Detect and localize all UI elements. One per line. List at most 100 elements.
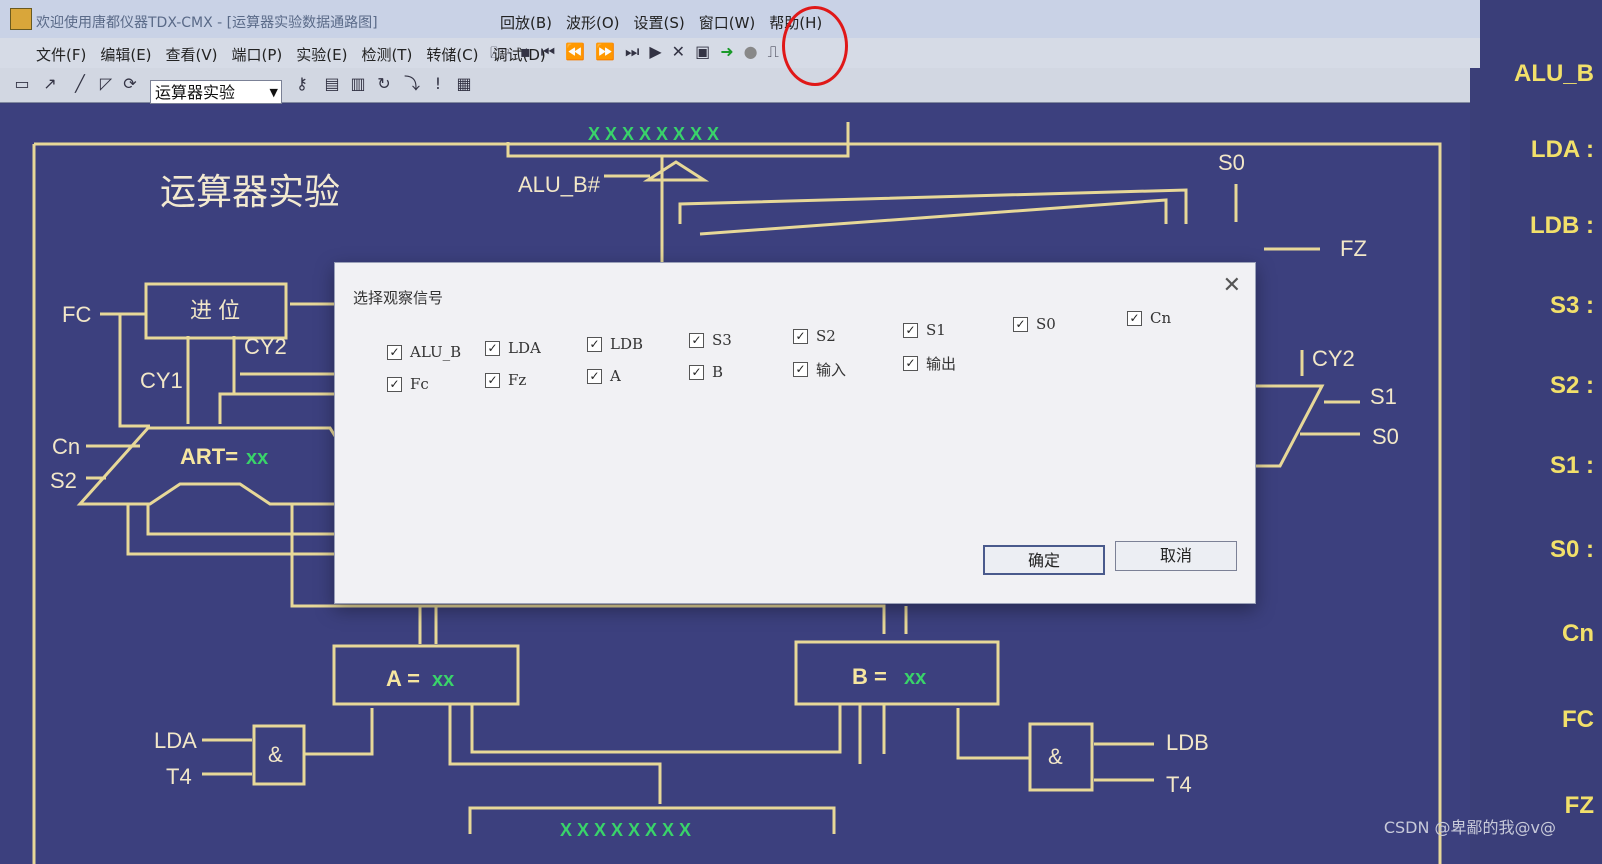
menu-port[interactable]: 端口(P) — [232, 44, 283, 65]
and-b-out — [956, 708, 1030, 760]
and-gate-b-label: & — [1048, 744, 1063, 769]
save-icon[interactable]: ▪ — [520, 42, 531, 69]
menu-replay[interactable]: 回放(B) — [500, 12, 552, 33]
checkbox-checked-icon[interactable]: ✓ — [793, 328, 808, 344]
checkbox-label: S0 — [1036, 315, 1056, 333]
checkbox-cn[interactable]: ✓ Cn — [1127, 309, 1171, 327]
cy2-line — [218, 336, 236, 424]
first-icon[interactable]: ⏮ — [541, 42, 555, 69]
checkbox-s2[interactable]: ✓ S2 — [793, 327, 836, 345]
window-icon[interactable]: ▭ — [12, 74, 32, 94]
side-lda: LDA : — [1530, 136, 1594, 163]
checkbox-label: S3 — [712, 331, 732, 349]
checkbox-checked-icon[interactable]: ✓ — [903, 322, 918, 338]
side-s1: S1 : — [1549, 452, 1594, 479]
art-value: xx — [246, 447, 268, 469]
checkbox-checked-icon[interactable]: ✓ — [1127, 310, 1142, 326]
checkbox-checked-icon[interactable]: ✓ — [689, 364, 704, 380]
pointer-icon[interactable]: ↗ — [40, 74, 60, 94]
ldb-label: LDB — [1166, 730, 1209, 755]
checkbox-checked-icon[interactable]: ✓ — [387, 376, 402, 392]
checkbox-ldb[interactable]: ✓ LDB — [587, 335, 643, 353]
key-icon[interactable]: ⚷ — [292, 74, 312, 94]
cn-label: Cn — [52, 434, 80, 459]
close-icon[interactable]: ✕ — [1223, 273, 1241, 298]
ok-button[interactable]: 确定 — [983, 545, 1105, 575]
checkbox-label: A — [610, 367, 621, 385]
checkbox-checked-icon[interactable]: ✓ — [1013, 316, 1028, 332]
stop-icon[interactable]: ✕ — [672, 42, 685, 69]
step-icon[interactable]: ↻ — [374, 74, 394, 94]
diagram-title: 运算器实验 — [160, 171, 340, 212]
top-menu: 回放(B) 波形(O) 设置(S) 窗口(W) 帮助(H) — [500, 12, 822, 33]
menu-file[interactable]: 文件(F) — [36, 44, 86, 65]
list-icon[interactable]: ▥ — [348, 74, 368, 94]
line-icon[interactable]: ╱ — [70, 74, 90, 94]
open-icon[interactable]: 🗁 — [490, 42, 510, 69]
alert-icon[interactable]: ! — [428, 74, 448, 94]
menu-edit[interactable]: 编辑(E) — [100, 44, 151, 65]
checkbox-fc[interactable]: ✓ Fc — [387, 375, 429, 393]
table-icon[interactable]: ▤ — [322, 74, 342, 94]
checkbox-a[interactable]: ✓ A — [587, 367, 621, 385]
chart-icon[interactable]: ▣ — [695, 42, 710, 69]
menu-experiment[interactable]: 实验(E) — [296, 44, 347, 65]
checkbox-checked-icon[interactable]: ✓ — [485, 372, 500, 388]
step-into-icon[interactable]: ⤵ — [402, 74, 422, 94]
memory-icon[interactable]: ▦ — [454, 74, 474, 94]
t4-left-label: T4 — [166, 764, 192, 789]
alu-b-buffer — [642, 160, 710, 182]
and-a-out — [304, 708, 374, 756]
side-ldb: LDB : — [1530, 212, 1594, 239]
checkbox-checked-icon[interactable]: ✓ — [689, 332, 704, 348]
checkbox-lda[interactable]: ✓ LDA — [485, 339, 541, 357]
lda-label: LDA — [154, 728, 197, 753]
rewind-icon[interactable]: ⏪ — [565, 42, 585, 69]
checkbox-b[interactable]: ✓ B — [689, 363, 723, 381]
checkbox-checked-icon[interactable]: ✓ — [587, 368, 602, 384]
play-icon[interactable]: ▶ — [649, 42, 661, 69]
b-value: xx — [904, 667, 926, 689]
cancel-button[interactable]: 取消 — [1115, 541, 1237, 571]
s2-label: S2 — [50, 468, 77, 493]
last-icon[interactable]: ⏭ — [625, 42, 639, 69]
checkbox-checked-icon[interactable]: ✓ — [387, 344, 402, 360]
menu-waveform[interactable]: 波形(O) — [566, 12, 620, 33]
watermark: CSDN @卑鄙的我@v@ — [1383, 818, 1556, 837]
checkbox-checked-icon[interactable]: ✓ — [485, 340, 500, 356]
chevron-down-icon[interactable]: ▼ — [270, 81, 278, 105]
checkbox-s1[interactable]: ✓ S1 — [903, 321, 946, 339]
menu-view[interactable]: 查看(V) — [166, 44, 218, 65]
b-label: B = — [852, 664, 887, 689]
menu-settings[interactable]: 设置(S) — [634, 12, 685, 33]
menu-window[interactable]: 窗口(W) — [699, 12, 756, 33]
checkbox-checked-icon[interactable]: ✓ — [587, 336, 602, 352]
checkbox-checked-icon[interactable]: ✓ — [903, 356, 918, 371]
checkbox-label: S2 — [816, 327, 836, 345]
checkbox-label: Fz — [508, 371, 527, 389]
checkbox-input[interactable]: ✓ 输入 — [793, 359, 846, 380]
checkbox-s3[interactable]: ✓ S3 — [689, 331, 732, 349]
refresh-icon[interactable]: ⟳ — [120, 74, 140, 94]
top-bus-value: X X X X X X X X — [588, 124, 719, 144]
checkbox-fz[interactable]: ✓ Fz — [485, 371, 526, 389]
shape-icon[interactable]: ◸ — [96, 74, 116, 94]
checkbox-alu-b[interactable]: ✓ ALU_B — [387, 343, 461, 361]
side-cn: Cn — [1562, 620, 1594, 647]
menu-detect[interactable]: 检测(T) — [361, 44, 412, 65]
experiment-select[interactable]: 运算器实验 ▼ — [150, 80, 282, 104]
waveform-icon[interactable]: ⎍ — [768, 42, 779, 69]
forward-icon[interactable]: ⏩ — [595, 42, 615, 69]
run-icon[interactable]: ➜ — [720, 42, 733, 69]
menu-dump[interactable]: 转储(C) — [426, 44, 478, 65]
checkbox-s0[interactable]: ✓ S0 — [1013, 315, 1056, 333]
side-s2: S2 : — [1549, 372, 1594, 399]
cy2-right-label: CY2 — [1312, 346, 1355, 371]
checkbox-label: LDA — [508, 339, 541, 357]
select-signals-dialog: 选择观察信号 ✕ ✓ ALU_B ✓ LDA ✓ LDB ✓ S3 ✓ S2 ✓ S1 ✓ S… — [334, 262, 1256, 604]
checkbox-checked-icon[interactable]: ✓ — [793, 362, 808, 377]
record-icon[interactable]: ● — [744, 42, 758, 69]
shifter-unit — [1250, 384, 1325, 468]
checkbox-output[interactable]: ✓ 输出 — [903, 353, 956, 374]
checkbox-label: 输出 — [926, 355, 957, 373]
